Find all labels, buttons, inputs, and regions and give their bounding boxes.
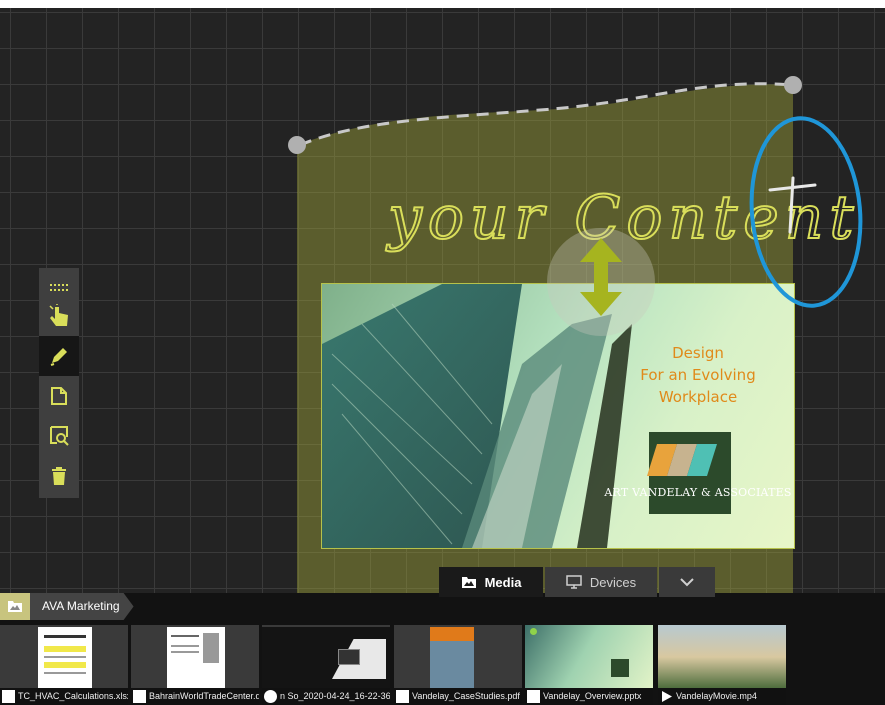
file-label: n So_2020-04-24_16-22-36.url xyxy=(262,688,390,705)
tab-media[interactable]: Media xyxy=(439,567,543,597)
zoom-tool[interactable] xyxy=(39,416,79,456)
file-name: VandelayMovie.mp4 xyxy=(676,691,757,701)
thumb-preview xyxy=(658,625,786,689)
breadcrumb: AVA Marketing xyxy=(0,593,134,620)
select-tool[interactable] xyxy=(39,296,79,336)
file-label: Vandelay_CaseStudies.pdf xyxy=(394,688,522,705)
tab-media-label: Media xyxy=(484,574,522,590)
word-icon xyxy=(133,690,146,703)
thumb-preview xyxy=(167,627,225,689)
pdf-icon xyxy=(396,690,409,703)
tab-devices-label: Devices xyxy=(589,574,637,590)
zoom-screen-icon xyxy=(50,426,69,446)
media-tabs: Media Devices xyxy=(439,567,717,597)
thumb-preview xyxy=(430,627,474,689)
excel-icon xyxy=(2,690,15,703)
slide-building-image xyxy=(322,284,731,548)
monitor-icon xyxy=(566,575,582,589)
file-thumbnail[interactable]: TC_HVAC_Calculations.xlsx xyxy=(0,625,128,705)
dots-grid-icon xyxy=(50,284,68,291)
pen-icon xyxy=(50,348,67,366)
chevron-down-icon xyxy=(680,577,694,586)
file-label: VandelayMovie.mp4 xyxy=(658,688,786,705)
file-name: Vandelay_CaseStudies.pdf xyxy=(412,691,520,701)
folder-image-icon xyxy=(8,601,22,612)
file-name: TC_HVAC_Calculations.xlsx xyxy=(18,691,128,701)
tab-devices[interactable]: Devices xyxy=(545,567,657,597)
thumb-preview xyxy=(38,627,92,689)
delete-tool[interactable] xyxy=(39,456,79,496)
slide-title-line: Workplace xyxy=(658,388,738,406)
slide-title: Design For an Evolving Workplace xyxy=(598,342,798,408)
left-toolbar xyxy=(39,268,79,498)
folder-name[interactable]: AVA Marketing xyxy=(30,593,134,620)
page-tool[interactable] xyxy=(39,376,79,416)
tab-collapse[interactable] xyxy=(659,567,715,597)
file-name: Vandelay_Overview.pptx xyxy=(543,691,642,701)
file-name: BahrainWorldTradeCenter.d xyxy=(149,691,259,701)
pptx-icon xyxy=(527,690,540,703)
play-icon xyxy=(660,690,673,703)
file-name: n So_2020-04-24_16-22-36.url xyxy=(280,691,390,701)
thumb-preview xyxy=(525,625,653,689)
presentation-slide[interactable] xyxy=(321,283,795,549)
folder-image-icon xyxy=(461,576,476,588)
file-label: Vandelay_Overview.pptx xyxy=(525,688,653,705)
page-icon xyxy=(51,387,67,405)
file-label: TC_HVAC_Calculations.xlsx xyxy=(0,688,128,705)
file-thumbnail[interactable]: BahrainWorldTradeCenter.d xyxy=(131,625,259,705)
slide-company-name: ART VANDELAY & ASSOCIATES xyxy=(604,486,792,499)
folder-button[interactable] xyxy=(0,593,30,620)
slide-title-line: Design xyxy=(672,344,724,362)
file-thumbnail[interactable]: VandelayMovie.mp4 xyxy=(658,625,786,705)
slide-title-line: For an Evolving xyxy=(640,366,756,384)
file-thumbnail[interactable]: Vandelay_CaseStudies.pdf xyxy=(394,625,522,705)
hand-pointer-icon xyxy=(49,304,68,326)
globe-icon xyxy=(264,690,277,703)
trash-icon xyxy=(52,467,66,485)
file-thumbnail[interactable]: n So_2020-04-24_16-22-36.url xyxy=(262,625,390,705)
thumb-preview xyxy=(262,627,390,689)
resize-handle[interactable] xyxy=(547,228,655,336)
top-strip xyxy=(0,0,885,8)
pen-tool[interactable] xyxy=(39,336,79,376)
file-thumbnail[interactable]: Vandelay_Overview.pptx xyxy=(525,625,653,705)
file-label: BahrainWorldTradeCenter.d xyxy=(131,688,259,705)
